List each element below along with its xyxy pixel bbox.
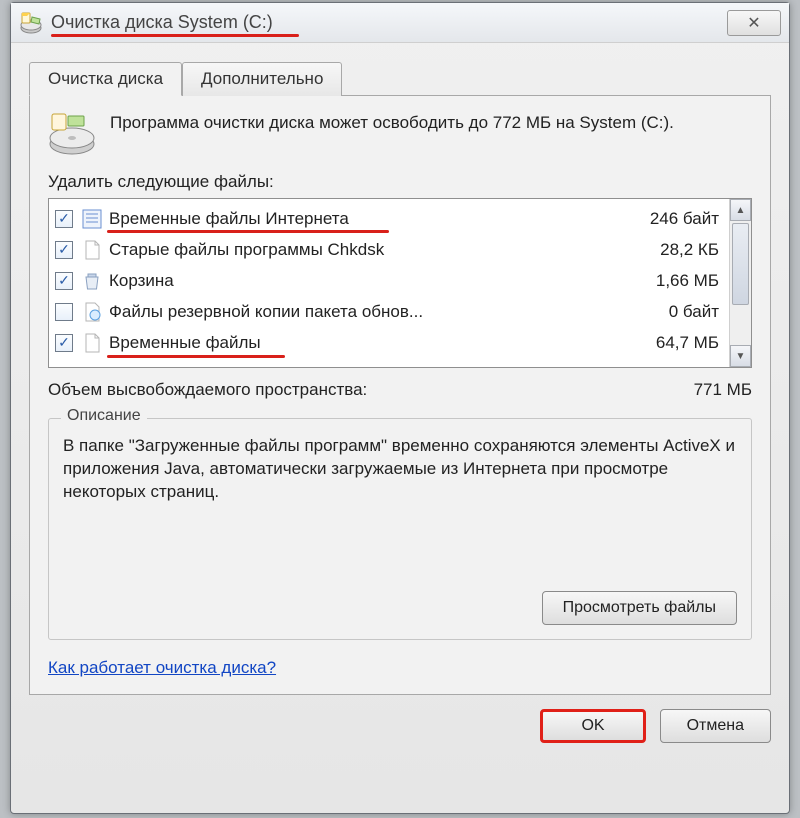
list-item[interactable]: ✓ Временные файлы Интернета 246 байт <box>55 203 723 234</box>
close-button[interactable]: ✕ <box>727 10 781 36</box>
backup-files-icon <box>81 301 103 323</box>
file-icon <box>81 332 103 354</box>
file-list: ✓ Временные файлы Интернета 246 байт ✓ С… <box>48 198 752 368</box>
file-name: Старые файлы программы Chkdsk <box>109 240 603 260</box>
file-name: Корзина <box>109 271 603 291</box>
file-size: 28,2 КБ <box>603 240 723 260</box>
file-size: 64,7 МБ <box>603 333 723 353</box>
tab-advanced[interactable]: Дополнительно <box>182 62 342 96</box>
disk-icon <box>48 112 96 156</box>
description-text: В папке "Загруженные файлы программ" вре… <box>63 435 737 555</box>
recycle-bin-icon <box>81 270 103 292</box>
ok-button[interactable]: OK <box>540 709 645 743</box>
tab-strip: Очистка диска Дополнительно <box>29 61 771 95</box>
checkbox[interactable] <box>55 303 73 321</box>
total-space-value: 771 МБ <box>694 380 752 400</box>
internet-files-icon <box>81 208 103 230</box>
file-size: 1,66 МБ <box>603 271 723 291</box>
list-item[interactable]: Файлы резервной копии пакета обнов... 0 … <box>55 296 723 327</box>
file-list-label: Удалить следующие файлы: <box>48 172 752 192</box>
annotation-underline <box>51 34 299 37</box>
help-link[interactable]: Как работает очистка диска? <box>48 658 276 678</box>
checkbox[interactable]: ✓ <box>55 334 73 352</box>
summary-text: Программа очистки диска может освободить… <box>110 112 674 156</box>
list-item[interactable]: ✓ Старые файлы программы Chkdsk 28,2 КБ <box>55 234 723 265</box>
checkbox[interactable]: ✓ <box>55 210 73 228</box>
file-name: Файлы резервной копии пакета обнов... <box>109 302 603 322</box>
cancel-button[interactable]: Отмена <box>660 709 771 743</box>
titlebar[interactable]: Очистка диска System (C:) ✕ <box>11 3 789 43</box>
file-icon <box>81 239 103 261</box>
checkbox[interactable]: ✓ <box>55 272 73 290</box>
checkbox[interactable]: ✓ <box>55 241 73 259</box>
dialog-window: Очистка диска System (C:) ✕ Очистка диск… <box>10 2 790 814</box>
dialog-footer: OK Отмена <box>11 695 789 757</box>
view-files-button[interactable]: Просмотреть файлы <box>542 591 737 625</box>
scrollbar[interactable]: ▲ ▼ <box>729 199 751 367</box>
file-size: 0 байт <box>603 302 723 322</box>
disk-cleanup-icon <box>19 11 43 35</box>
scroll-thumb[interactable] <box>732 223 749 305</box>
annotation-underline <box>107 355 285 358</box>
tab-panel-cleanup: Программа очистки диска может освободить… <box>29 95 771 695</box>
list-item[interactable]: ✓ Корзина 1,66 МБ <box>55 265 723 296</box>
scroll-up-button[interactable]: ▲ <box>730 199 751 221</box>
file-name: Временные файлы Интернета <box>109 209 603 229</box>
scroll-down-button[interactable]: ▼ <box>730 345 751 367</box>
description-title: Описание <box>61 407 147 425</box>
description-group: Описание В папке "Загруженные файлы прог… <box>48 418 752 640</box>
file-size: 246 байт <box>603 209 723 229</box>
total-space-label: Объем высвобождаемого пространства: <box>48 380 367 400</box>
list-item[interactable]: ✓ Временные файлы 64,7 МБ <box>55 327 723 358</box>
window-title: Очистка диска System (C:) <box>51 12 273 33</box>
close-icon: ✕ <box>747 13 760 33</box>
file-name: Временные файлы <box>109 333 603 353</box>
annotation-underline <box>107 230 389 233</box>
tab-cleanup[interactable]: Очистка диска <box>29 62 182 96</box>
